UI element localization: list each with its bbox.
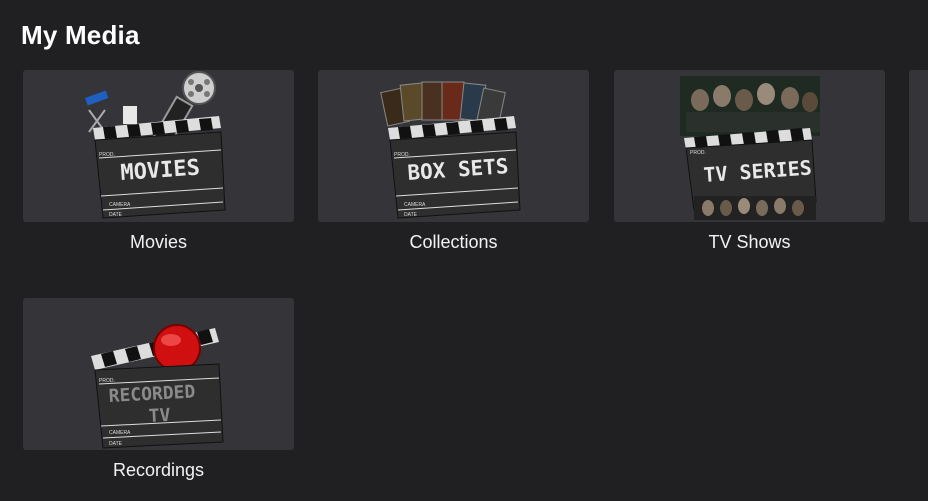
clapper-date-text: DATE xyxy=(109,212,123,218)
library-card-movies[interactable]: PROD. MOVIES CAMERA DATE xyxy=(23,70,294,222)
library-card-tv-shows[interactable]: PROD. TV SERIES xyxy=(614,70,885,222)
clapper-date-text: DATE xyxy=(109,441,123,447)
library-card-recordings[interactable]: PROD. RECORDED TV CAMERA DATE xyxy=(23,298,294,450)
record-icon xyxy=(153,324,201,372)
clapper-camera-text: CAMERA xyxy=(109,202,131,208)
tvseries-clapperboard-icon: PROD. TV SERIES xyxy=(680,76,820,220)
library-label-recordings[interactable]: Recordings xyxy=(23,460,294,481)
section-title: My Media xyxy=(21,20,140,50)
clapper-camera-text: CAMERA xyxy=(404,202,426,208)
library-label-tv-shows[interactable]: TV Shows xyxy=(614,232,885,253)
clapper-camera-text: CAMERA xyxy=(109,430,131,436)
library-label-collections[interactable]: Collections xyxy=(318,232,589,253)
library-card-partial[interactable] xyxy=(909,70,928,222)
library-card-collections[interactable]: PROD. BOX SETS CAMERA DATE xyxy=(318,70,589,222)
recorded-tv-clapperboard-icon: PROD. RECORDED TV CAMERA DATE xyxy=(91,324,224,449)
my-media-page: My Media PROD. MOVIES CAMERA DATE Movies… xyxy=(0,0,928,501)
library-label-movies[interactable]: Movies xyxy=(23,232,294,253)
clapper-prod-text: PROD. xyxy=(690,150,706,156)
movies-clapperboard-icon: PROD. MOVIES CAMERA DATE xyxy=(85,71,226,219)
clapper-date-text: DATE xyxy=(404,212,418,218)
boxsets-clapperboard-icon: PROD. BOX SETS CAMERA DATE xyxy=(380,81,521,219)
